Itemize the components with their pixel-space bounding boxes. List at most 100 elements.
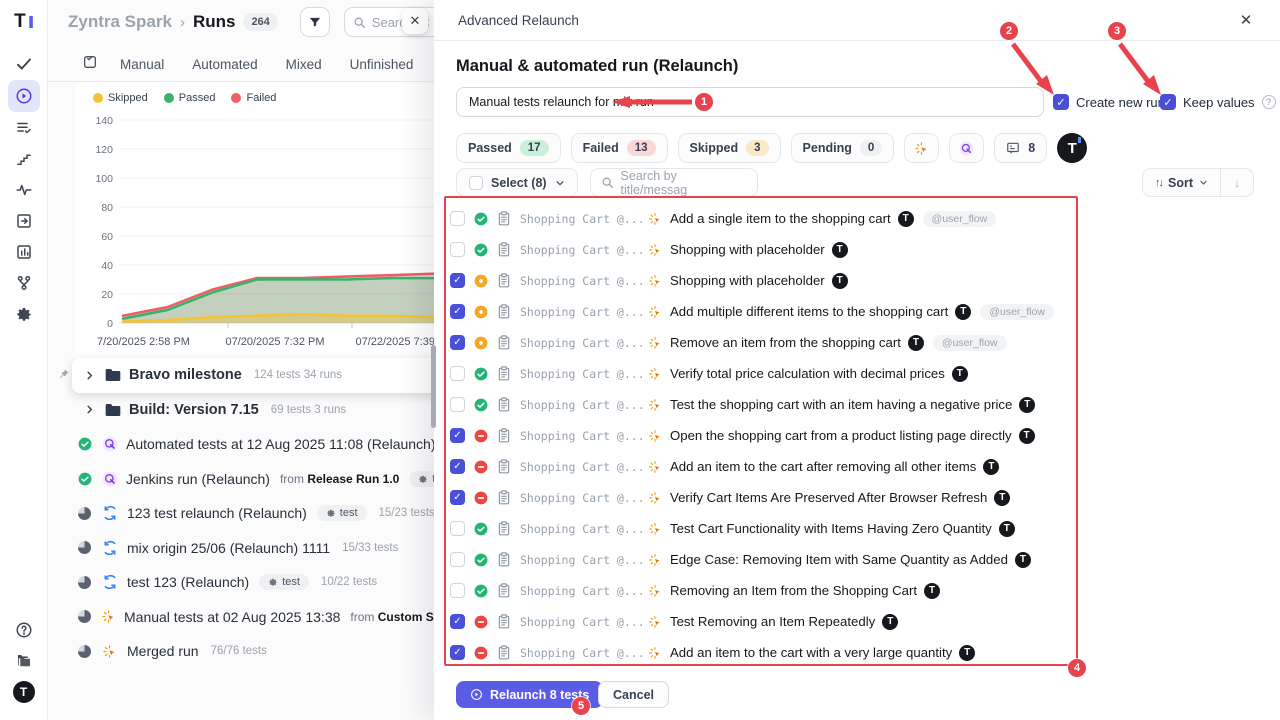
runs-nav-icon[interactable] — [8, 80, 40, 112]
test-title[interactable]: Removing an Item from the Shopping Cart — [670, 583, 917, 598]
suite-label[interactable]: Shopping Cart @... — [520, 646, 648, 660]
test-title[interactable]: Edge Case: Removing Item with Same Quant… — [670, 552, 1008, 567]
select-all-dropdown[interactable]: Select (8) — [456, 168, 578, 197]
app-logo[interactable]: T▐ — [8, 6, 40, 38]
test-title[interactable]: Remove an item from the shopping cart — [670, 335, 901, 350]
test-row[interactable]: ✓ Shopping Cart @... Add multiple differ… — [450, 296, 1090, 327]
tab-automated[interactable]: Automated — [192, 57, 257, 72]
run-row[interactable]: 123 test relaunch (Relaunch) test 15/23 … — [48, 496, 468, 531]
test-row[interactable]: ✓ Shopping Cart @... Verify Cart Items A… — [450, 482, 1090, 513]
test-title[interactable]: Test Removing an Item Repeatedly — [670, 614, 875, 629]
run-row[interactable]: Build: Version 7.15 69 tests 3 runs — [48, 393, 468, 428]
branches-nav-icon[interactable] — [8, 267, 40, 299]
create-new-run-checkbox[interactable]: ✓ — [1053, 94, 1069, 110]
test-row[interactable]: ✓ Shopping Cart @... Open the shopping c… — [450, 420, 1090, 451]
test-title[interactable]: Add a single item to the shopping cart — [670, 211, 891, 226]
breadcrumb-section[interactable]: Runs — [193, 12, 236, 32]
settings-gear-icon[interactable] — [8, 298, 40, 330]
suite-label[interactable]: Shopping Cart @... — [520, 305, 648, 319]
milestones-nav-icon[interactable] — [8, 143, 40, 175]
suite-label[interactable]: Shopping Cart @... — [520, 212, 648, 226]
test-checkbox[interactable]: ✓ — [450, 304, 465, 319]
filter-skipped-chip[interactable]: Skipped3 — [678, 133, 781, 163]
chevron-right-icon[interactable] — [84, 404, 95, 415]
suite-label[interactable]: Shopping Cart @... — [520, 336, 648, 350]
test-checkbox[interactable]: ✓ — [450, 428, 465, 443]
test-checkbox[interactable]: ✓ — [450, 273, 465, 288]
run-row[interactable]: test 123 (Relaunch) test 10/22 tests — [48, 565, 468, 600]
suite-label[interactable]: Shopping Cart @... — [520, 460, 648, 474]
scrollbar-thumb[interactable] — [431, 345, 436, 428]
create-new-run-option[interactable]: ✓ Create new run — [1053, 94, 1165, 110]
user-avatar[interactable]: T — [1057, 133, 1087, 163]
test-row[interactable]: Shopping Cart @... Edge Case: Removing I… — [450, 544, 1090, 575]
help-tooltip-icon[interactable]: ? — [1262, 95, 1276, 109]
checks-nav-icon[interactable] — [8, 48, 40, 80]
close-icon[interactable]: ✕ — [1236, 11, 1256, 29]
suite-label[interactable]: Shopping Cart @... — [520, 274, 648, 288]
chevron-right-icon[interactable] — [84, 370, 95, 381]
suite-label[interactable]: Shopping Cart @... — [520, 398, 648, 412]
tab-manual[interactable]: Manual — [120, 57, 164, 72]
run-row[interactable]: Manual tests at 02 Aug 2025 13:38 from C… — [48, 600, 468, 635]
run-row[interactable]: Bravo milestone 124 tests 34 runs — [72, 358, 468, 393]
sort-button[interactable]: ↑↓ Sort — [1143, 169, 1221, 196]
test-checkbox[interactable]: ✓ — [450, 459, 465, 474]
cancel-button[interactable]: Cancel — [598, 681, 669, 708]
plans-nav-icon[interactable] — [8, 112, 40, 144]
test-checkbox[interactable]: ✓ — [450, 614, 465, 629]
test-row[interactable]: ✓ Shopping Cart @... Add an item to the … — [450, 451, 1090, 482]
test-row[interactable]: ✓ Shopping Cart @... Test Removing an It… — [450, 606, 1090, 637]
suite-label[interactable]: Shopping Cart @... — [520, 243, 648, 257]
test-checkbox[interactable] — [450, 583, 465, 598]
test-title[interactable]: Shopping with placeholder — [670, 242, 825, 257]
test-checkbox[interactable]: ✓ — [450, 490, 465, 505]
tab-mixed[interactable]: Mixed — [286, 57, 322, 72]
test-row[interactable]: Shopping Cart @... Shopping with placeho… — [450, 234, 1090, 265]
search-clear-button[interactable]: ✕ — [402, 8, 428, 34]
suite-label[interactable]: Shopping Cart @... — [520, 367, 648, 381]
run-row[interactable]: Automated tests at 12 Aug 2025 11:08 (Re… — [48, 427, 468, 462]
test-checkbox[interactable] — [450, 397, 465, 412]
run-name-input[interactable] — [456, 87, 1044, 117]
test-checkbox[interactable] — [450, 242, 465, 257]
filter-button[interactable] — [300, 7, 330, 37]
test-title[interactable]: Add multiple different items to the shop… — [670, 304, 948, 319]
account-avatar[interactable]: T — [8, 676, 40, 708]
reports-nav-icon[interactable] — [8, 236, 40, 268]
test-checkbox[interactable] — [450, 521, 465, 536]
suite-label[interactable]: Shopping Cart @... — [520, 553, 648, 567]
test-checkbox[interactable] — [450, 366, 465, 381]
filter-manual-chip[interactable] — [904, 133, 939, 163]
test-checkbox[interactable] — [450, 552, 465, 567]
keep-values-checkbox[interactable]: ✓ — [1160, 94, 1176, 110]
suite-label[interactable]: Shopping Cart @... — [520, 584, 648, 598]
suite-label[interactable]: Shopping Cart @... — [520, 522, 648, 536]
test-row[interactable]: ✓ Shopping Cart @... Add an item to the … — [450, 637, 1090, 668]
breadcrumb-project[interactable]: Zyntra Spark — [68, 12, 172, 32]
run-row[interactable]: mix origin 25/06 (Relaunch) 1111 15/33 t… — [48, 531, 468, 566]
suite-label[interactable]: Shopping Cart @... — [520, 491, 648, 505]
test-checkbox[interactable]: ✓ — [450, 645, 465, 660]
test-row[interactable]: Shopping Cart @... Verify total price ca… — [450, 358, 1090, 389]
filter-pending-chip[interactable]: Pending0 — [791, 133, 895, 163]
analytics-nav-icon[interactable] — [8, 174, 40, 206]
keep-values-option[interactable]: ✓ Keep values ? — [1160, 94, 1276, 110]
test-row[interactable]: Shopping Cart @... Add a single item to … — [450, 203, 1090, 234]
tab-unfinished[interactable]: Unfinished — [350, 57, 414, 72]
filter-passed-chip[interactable]: Passed17 — [456, 133, 561, 163]
test-row[interactable]: ✓ Shopping Cart @... Shopping with place… — [450, 265, 1090, 296]
test-title[interactable]: Add an item to the cart after removing a… — [670, 459, 976, 474]
test-title[interactable]: Test Cart Functionality with Items Havin… — [670, 521, 992, 536]
sort-direction-button[interactable]: ↓ — [1221, 169, 1253, 196]
test-checkbox[interactable]: ✓ — [450, 335, 465, 350]
filter-failed-chip[interactable]: Failed13 — [571, 133, 668, 163]
suite-label[interactable]: Shopping Cart @... — [520, 615, 648, 629]
batch-select-icon[interactable] — [82, 54, 98, 75]
test-search-input[interactable]: Search by title/messag — [590, 168, 758, 197]
test-row[interactable]: Shopping Cart @... Removing an Item from… — [450, 575, 1090, 606]
test-row[interactable]: Shopping Cart @... Test the shopping car… — [450, 389, 1090, 420]
test-title[interactable]: Test the shopping cart with an item havi… — [670, 397, 1012, 412]
test-title[interactable]: Open the shopping cart from a product li… — [670, 428, 1012, 443]
test-row[interactable]: Shopping Cart @... Test Cart Functionali… — [450, 513, 1090, 544]
